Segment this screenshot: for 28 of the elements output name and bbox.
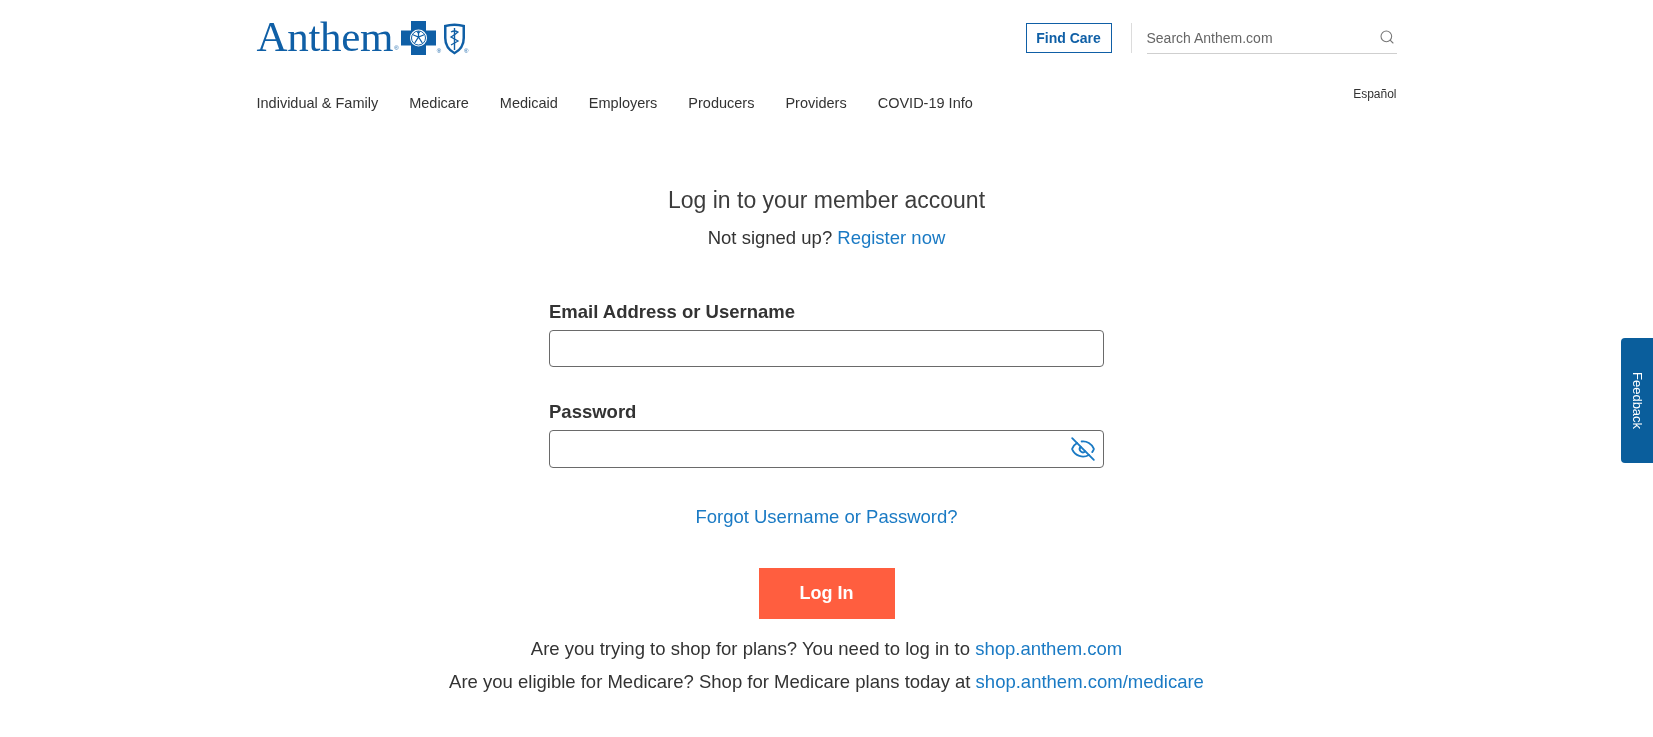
nav-link[interactable]: Employers — [588, 93, 658, 113]
field-label: Password — [549, 400, 637, 424]
nav-link[interactable]: Providers — [785, 93, 847, 113]
nav-link[interactable]: Producers — [688, 93, 755, 113]
nav-link[interactable]: Medicare — [409, 93, 469, 113]
shop-note: Are you trying to shop for plans? You need to log in to shop.anthem.com — [530, 637, 1123, 661]
shop-link[interactable]: shop.anthem.com/medicare — [975, 671, 1204, 692]
language-link[interactable]: Español — [1353, 85, 1397, 103]
nav-link[interactable]: Individual & Family — [256, 93, 379, 113]
signup-prompt: Not signed up? Register now — [707, 226, 946, 250]
forgot-link[interactable]: Forgot Username or Password? — [695, 505, 958, 529]
find-care-button[interactable]: Find Care — [1025, 23, 1112, 53]
nav-link[interactable]: COVID-19 Info — [877, 93, 973, 113]
cross-logo-icon — [400, 21, 436, 55]
eye-slash-icon[interactable] — [1070, 436, 1096, 462]
password-field[interactable] — [549, 430, 1104, 468]
shop-link[interactable]: shop.anthem.com — [975, 638, 1123, 659]
field-label: Email Address or Username — [549, 300, 796, 324]
logo-wordmark: Anthem — [256, 19, 394, 55]
register-link[interactable]: Register now — [837, 227, 946, 248]
input-field[interactable] — [549, 330, 1104, 367]
login-title: Log in to your member account — [667, 186, 986, 215]
shield-logo-icon — [443, 23, 467, 55]
search-field[interactable]: Search Anthem.com — [1146, 22, 1397, 54]
nav-link[interactable]: Medicaid — [499, 93, 558, 113]
search-icon[interactable] — [1378, 29, 1395, 45]
shop-note: Are you eligible for Medicare? Shop for Medicare plans today at shop.anthem.com/medicare — [449, 670, 1204, 694]
feedback-tab[interactable]: Feedback — [1621, 338, 1653, 463]
